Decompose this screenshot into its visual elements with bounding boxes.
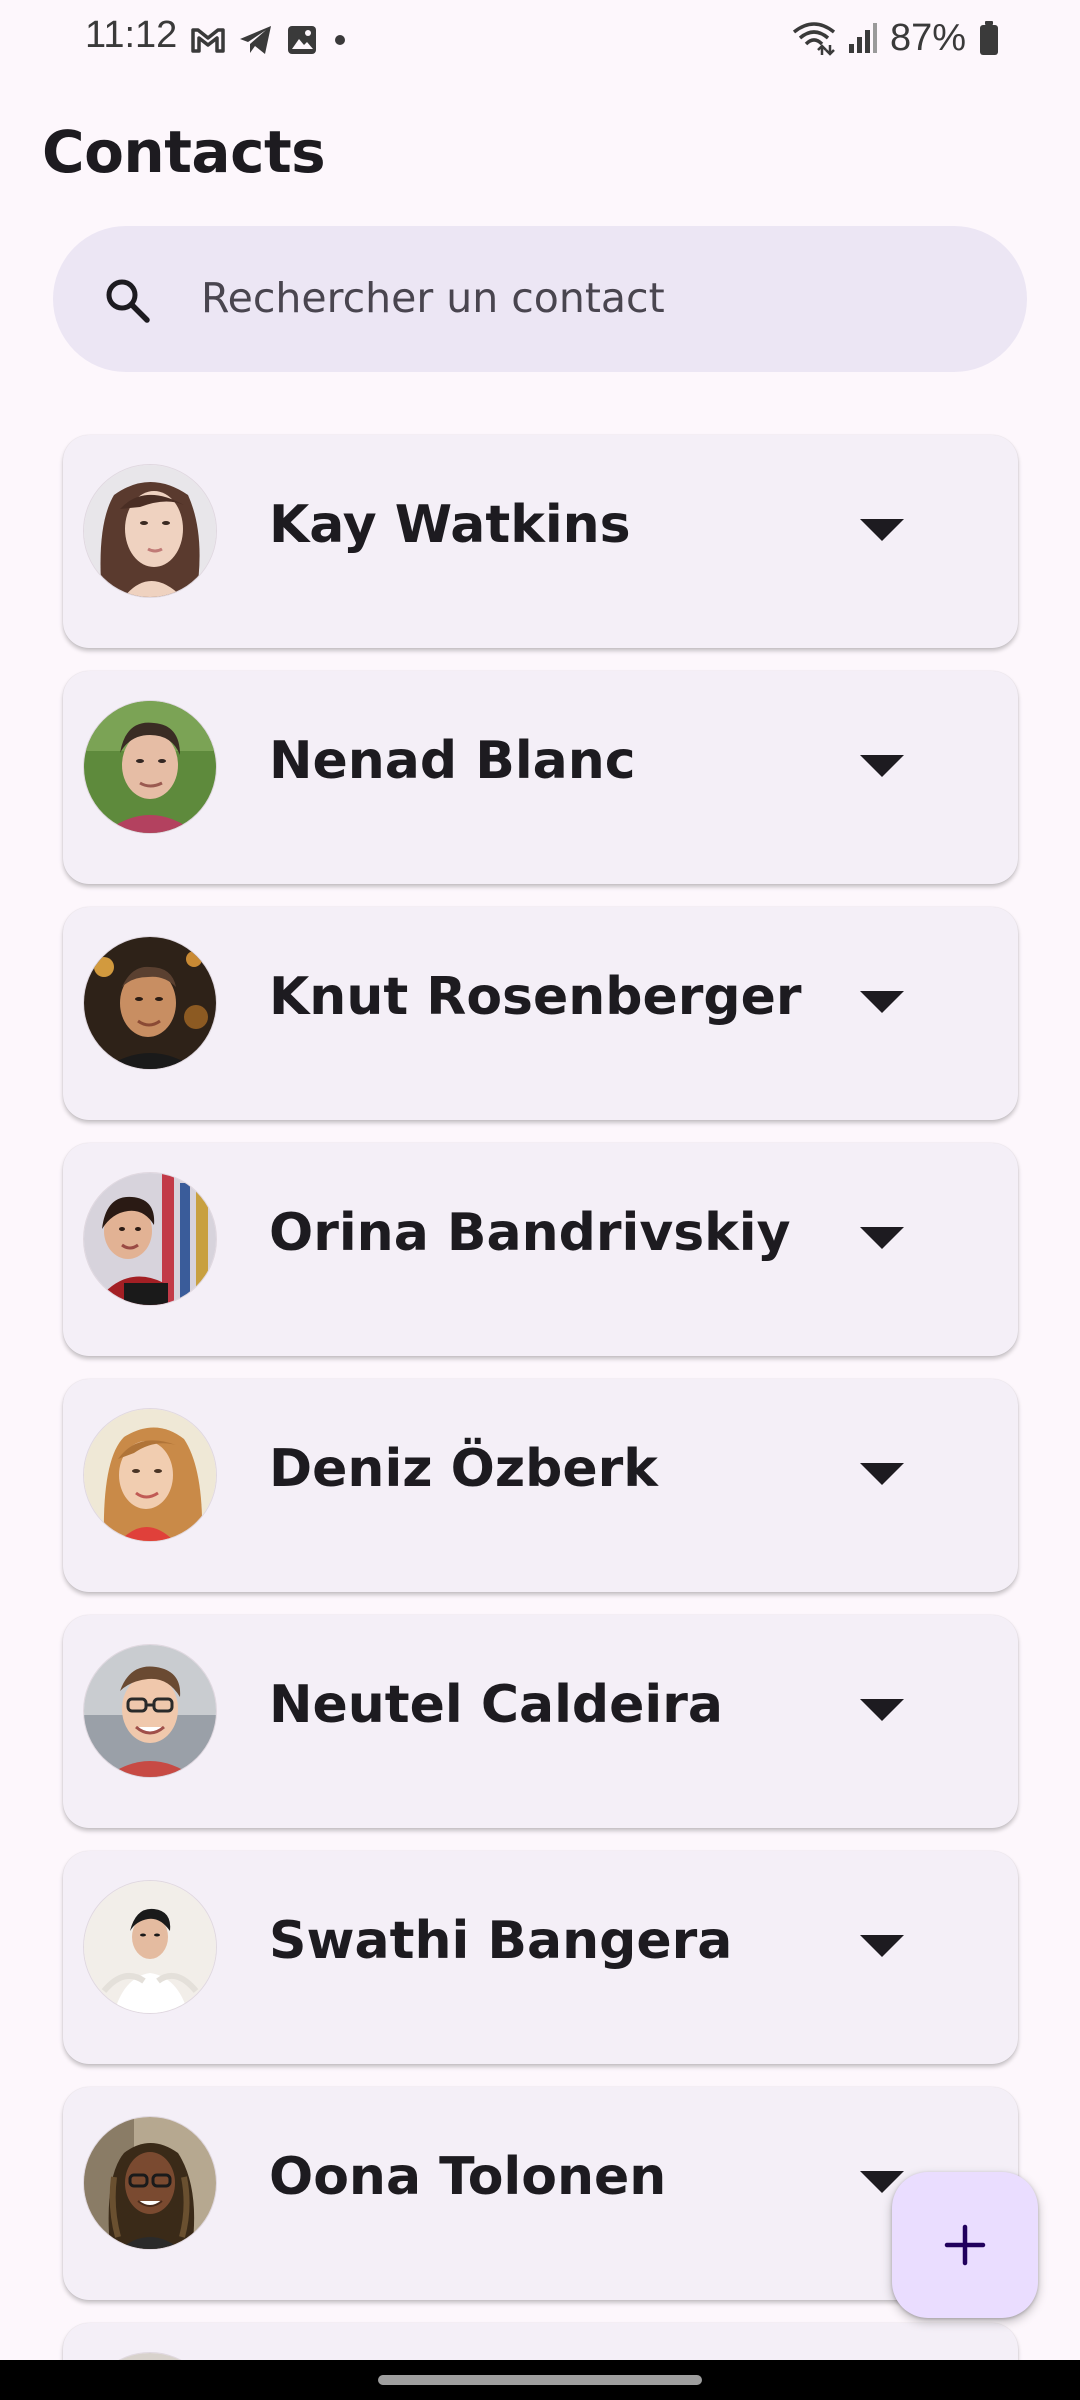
notification-icons xyxy=(190,20,350,60)
dropdown-arrow-icon[interactable] xyxy=(860,755,904,779)
plus-icon xyxy=(944,2224,986,2266)
navigation-bar xyxy=(0,2360,1080,2400)
contact-name: Deniz Özberk xyxy=(269,1439,658,1499)
dropdown-arrow-icon[interactable] xyxy=(860,991,904,1015)
contact-avatar xyxy=(83,1644,217,1778)
dropdown-arrow-icon[interactable] xyxy=(860,1463,904,1487)
contact-avatar xyxy=(83,1172,217,1306)
home-indicator[interactable] xyxy=(378,2375,702,2385)
gmail-icon xyxy=(191,28,225,53)
search-input[interactable]: Rechercher un contact xyxy=(201,274,665,322)
contact-card[interactable]: Kay Watkins xyxy=(63,435,1018,648)
contact-avatar xyxy=(83,2116,217,2250)
contact-name: Kay Watkins xyxy=(269,495,631,555)
contact-name: Oona Tolonen xyxy=(269,2147,667,2207)
status-bar: 11:12 87% xyxy=(0,0,1080,80)
contact-avatar xyxy=(83,1880,217,2014)
page-title: Contacts xyxy=(42,118,326,186)
contact-card[interactable]: Nenad Blanc xyxy=(63,671,1018,884)
contact-name: Orina Bandrivskiy xyxy=(269,1203,791,1263)
contact-card[interactable]: Orina Bandrivskiy xyxy=(63,1143,1018,1356)
battery-icon xyxy=(980,21,998,55)
status-time: 11:12 xyxy=(85,14,178,56)
signal-icon xyxy=(848,23,877,53)
contact-avatar xyxy=(83,700,217,834)
contact-card[interactable]: Swathi Bangera xyxy=(63,1851,1018,2064)
add-contact-button[interactable] xyxy=(892,2172,1038,2318)
gallery-icon xyxy=(288,26,316,54)
dot-icon xyxy=(335,35,345,45)
contacts-screen: 11:12 87% Contacts Rechercher un contact… xyxy=(0,0,1080,2400)
contact-name: Nenad Blanc xyxy=(269,731,636,791)
telegram-icon xyxy=(240,26,271,54)
contact-name: Swathi Bangera xyxy=(269,1911,733,1971)
dropdown-arrow-icon[interactable] xyxy=(860,1227,904,1251)
contact-avatar xyxy=(83,936,217,1070)
contact-card[interactable]: Knut Rosenberger xyxy=(63,907,1018,1120)
contact-avatar xyxy=(83,464,217,598)
dropdown-arrow-icon[interactable] xyxy=(860,1935,904,1959)
search-bar[interactable]: Rechercher un contact xyxy=(53,226,1027,372)
contact-card[interactable]: Neutel Caldeira xyxy=(63,1615,1018,1828)
contact-card[interactable]: Oona Tolonen xyxy=(63,2087,1018,2300)
wifi-icon xyxy=(792,22,836,56)
system-icons: 87% xyxy=(792,16,1000,60)
battery-percent: 87% xyxy=(889,16,966,59)
contact-avatar xyxy=(83,1408,217,1542)
search-icon[interactable] xyxy=(103,276,151,324)
contact-name: Neutel Caldeira xyxy=(269,1675,723,1735)
contact-list: Kay Watkins Nenad Blanc Knut Rosenberger… xyxy=(63,435,1018,2400)
dropdown-arrow-icon[interactable] xyxy=(860,519,904,543)
contact-card[interactable]: Deniz Özberk xyxy=(63,1379,1018,1592)
dropdown-arrow-icon[interactable] xyxy=(860,1699,904,1723)
contact-name: Knut Rosenberger xyxy=(269,967,802,1027)
